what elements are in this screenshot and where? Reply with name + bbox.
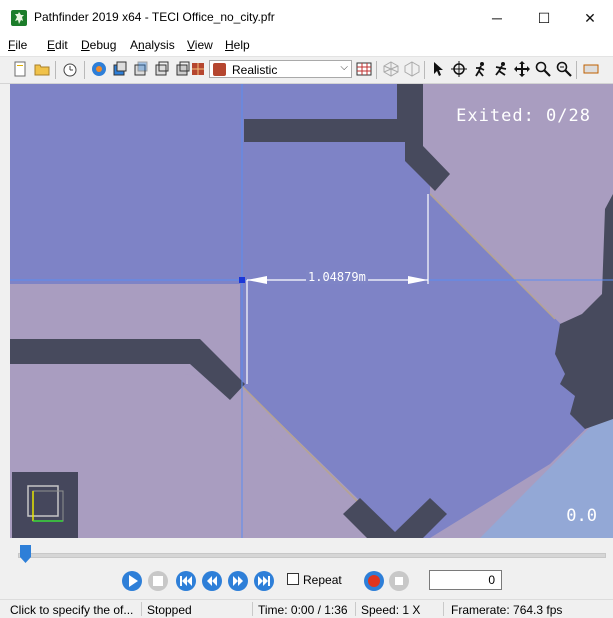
menu-debug[interactable]: Debug <box>81 38 116 52</box>
view-top-icon[interactable] <box>112 61 128 77</box>
view-iso-icon[interactable] <box>175 61 191 77</box>
status-time: Time: 0:00 / 1:36 <box>258 603 348 617</box>
record-icon[interactable] <box>363 570 385 592</box>
menu-analysis-pre: A <box>130 38 139 52</box>
main-toolbar: Realistic ⌵ <box>0 57 613 84</box>
maximize-button[interactable]: ☐ <box>521 4 567 32</box>
menu-file[interactable]: File <box>8 38 27 52</box>
minimize-button[interactable]: ─ <box>474 4 520 32</box>
timeline-track[interactable] <box>18 553 606 558</box>
viewport-left-gutter <box>0 84 10 538</box>
repeat-label: Repeat <box>303 573 342 587</box>
frame-input[interactable]: 0 <box>429 570 502 590</box>
pan-icon[interactable] <box>514 61 530 77</box>
status-separator <box>443 602 444 616</box>
menu-help-label: elp <box>233 38 250 52</box>
toolbar-separator <box>376 61 377 79</box>
status-speed: Speed: 1 X <box>361 603 421 617</box>
status-separator <box>355 602 356 616</box>
table-icon[interactable] <box>356 61 372 77</box>
window-title: Pathfinder 2019 x64 - TECI Office_no_cit… <box>34 10 275 24</box>
close-button[interactable]: ✕ <box>567 4 613 32</box>
status-state: Stopped <box>147 603 192 617</box>
play-icon[interactable] <box>121 570 143 592</box>
orbit-icon[interactable] <box>451 61 467 77</box>
render-mode-icon <box>190 61 206 77</box>
toolbar-separator <box>84 61 85 79</box>
menu-edit-label: dit <box>55 38 68 52</box>
record-stop-icon[interactable] <box>388 570 410 592</box>
toolbar-separator <box>55 61 56 79</box>
zoom-icon[interactable] <box>535 61 551 77</box>
application-window: Pathfinder 2019 x64 - TECI Office_no_cit… <box>0 0 613 618</box>
view-perspective-icon[interactable] <box>91 61 107 77</box>
open-folder-icon[interactable] <box>34 61 50 77</box>
playback-controls: Repeat 0 <box>0 566 613 598</box>
menu-bar: File Edit Debug Analysis View Help <box>0 34 613 57</box>
menu-edit-accel: E <box>47 38 56 52</box>
view-side-icon[interactable] <box>154 61 170 77</box>
dimension-label: 1.04879m <box>306 270 368 284</box>
menu-analysis-label: alysis <box>144 38 175 52</box>
wireframe-alt-icon[interactable] <box>404 61 420 77</box>
timeline-thumb[interactable] <box>20 545 31 563</box>
toolbar-separator <box>424 61 425 79</box>
menu-debug-label: ebug <box>89 38 117 52</box>
render-mode-select[interactable]: Realistic ⌵ <box>209 60 352 78</box>
menu-debug-accel: D <box>81 38 90 52</box>
new-file-icon[interactable] <box>12 61 28 77</box>
timer-icon[interactable] <box>62 61 78 77</box>
menu-edit[interactable]: Edit <box>47 38 68 52</box>
menu-view-accel: V <box>187 38 195 52</box>
menu-view[interactable]: View <box>187 38 213 52</box>
status-separator <box>252 602 253 616</box>
step-forward-icon[interactable] <box>227 570 249 592</box>
menu-help[interactable]: Help <box>225 38 250 52</box>
menu-analysis-accel: n <box>138 38 145 52</box>
measure-point[interactable] <box>239 277 245 283</box>
menu-view-label: iew <box>194 38 213 52</box>
title-bar: Pathfinder 2019 x64 - TECI Office_no_cit… <box>0 0 613 34</box>
menu-file-label: ile <box>15 38 28 52</box>
zoom-extents-icon[interactable] <box>556 61 572 77</box>
select-pointer-icon[interactable] <box>430 61 446 77</box>
render-mode-value: Realistic <box>232 63 278 77</box>
menu-analysis[interactable]: Analysis <box>130 38 175 52</box>
exited-counter: Exited: 0/28 <box>456 106 591 126</box>
walk-icon[interactable] <box>472 61 488 77</box>
skip-to-start-icon[interactable] <box>175 570 197 592</box>
status-framerate: Framerate: 764.3 fps <box>451 603 563 617</box>
repeat-checkbox[interactable] <box>287 573 299 585</box>
toolbar-separator <box>576 61 577 79</box>
run-icon[interactable] <box>493 61 509 77</box>
skip-to-end-icon[interactable] <box>253 570 275 592</box>
step-back-icon[interactable] <box>201 570 223 592</box>
chevron-down-icon: ⌵ <box>340 62 348 73</box>
floorplan-drawing <box>10 84 613 538</box>
wireframe-icon[interactable] <box>383 61 399 77</box>
timeline <box>0 538 613 566</box>
more-icon[interactable] <box>583 61 599 77</box>
view-front-icon[interactable] <box>133 61 149 77</box>
status-hint: Click to specify the of... <box>10 603 134 617</box>
model-viewport[interactable]: Exited: 0/28 1.04879m 0.0 <box>10 84 613 538</box>
status-separator <box>141 602 142 616</box>
navigation-cube[interactable] <box>12 472 78 538</box>
pathfinder-app-icon <box>11 10 27 26</box>
corner-readout: 0.0 <box>566 506 597 526</box>
stop-icon[interactable] <box>147 570 169 592</box>
realistic-icon <box>213 63 226 76</box>
status-bar: Click to specify the of... Stopped Time:… <box>0 599 613 618</box>
menu-help-accel: H <box>225 38 234 52</box>
